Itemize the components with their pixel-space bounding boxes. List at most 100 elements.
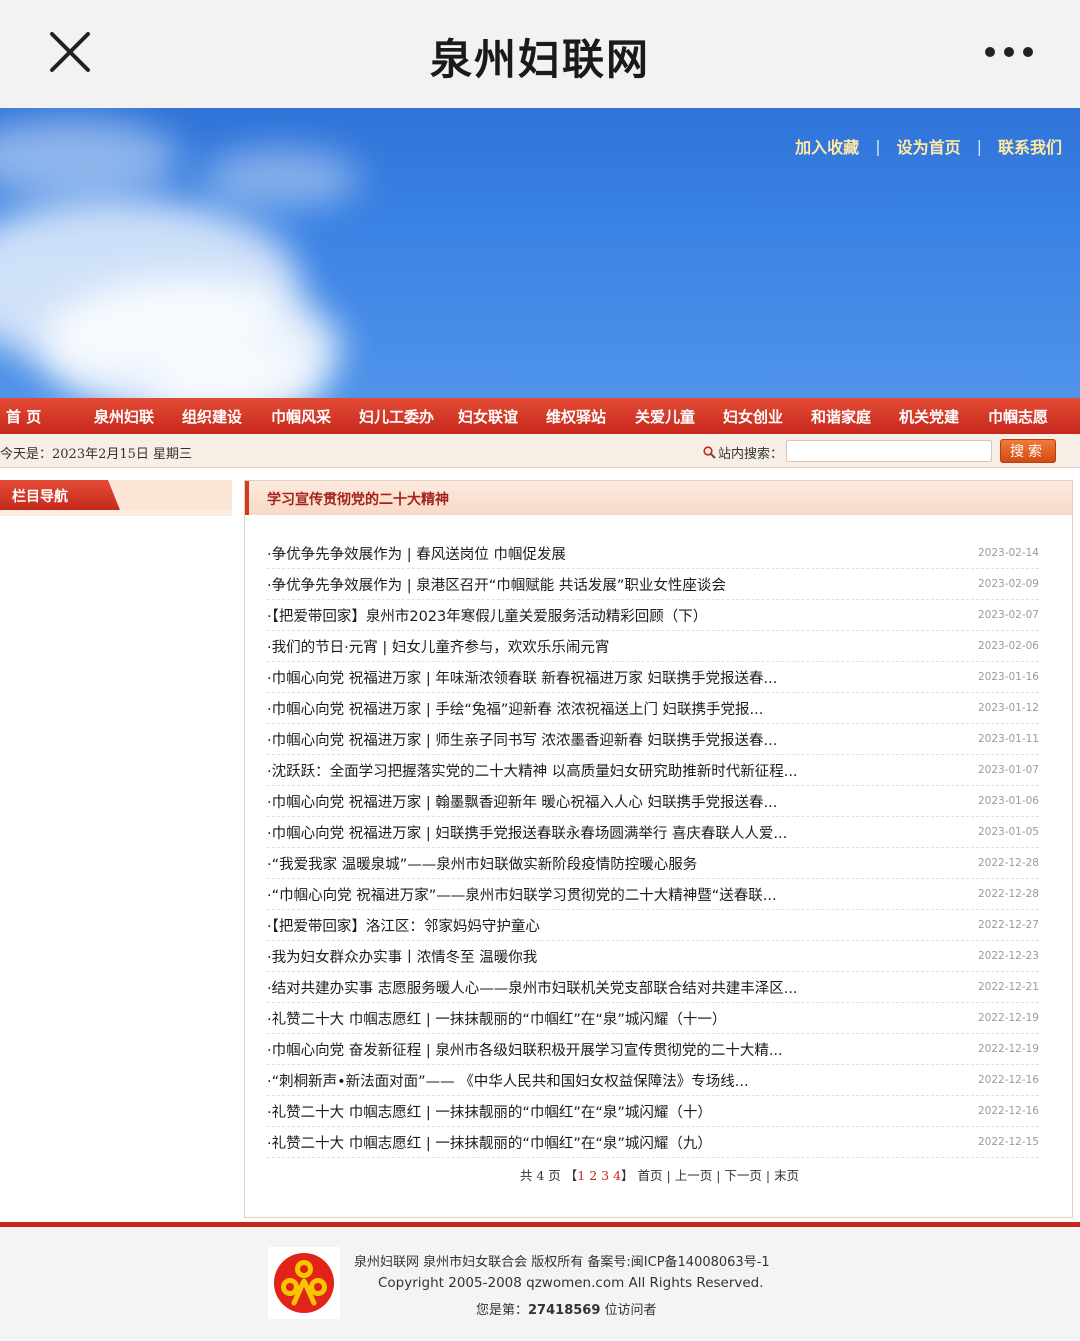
article-title-link[interactable]: ·巾帼心向党 祝福进万家 | 妇联携手党报送春联永春场圆满举行 喜庆春联人人爱.… — [267, 822, 957, 843]
article-title-link[interactable]: ·“刺桐新声•新法面对面”—— 《中华人民共和国妇女权益保障法》专场线... — [267, 1070, 957, 1091]
list-item[interactable]: ·“我爱我家 温暖泉城”——泉州市妇联做实新阶段疫情防控暖心服务 2022-12-… — [267, 848, 1039, 879]
article-title-link[interactable]: ·【把爱带回家】洛江区：邻家妈妈守护童心 — [267, 915, 957, 936]
search-label: 站内搜索： — [703, 443, 783, 462]
list-item[interactable]: ·争优争先争效展作为 | 春风送岗位 巾帼促发展 2023-02-14 — [267, 538, 1039, 569]
article-title-link[interactable]: ·争优争先争效展作为 | 春风送岗位 巾帼促发展 — [267, 543, 957, 564]
nav-item-1[interactable]: 泉州妇联 — [94, 406, 154, 427]
visitor-count: 27418569 — [528, 1303, 601, 1318]
next-page-link[interactable]: 下一页 — [724, 1168, 762, 1183]
add-favorite-link[interactable]: 加入收藏 — [795, 134, 859, 158]
page-link-1[interactable]: 1 — [577, 1168, 585, 1183]
pager-separator: | — [712, 1168, 725, 1183]
current-date: 今天是：2023年2月15日 星期三 — [0, 447, 193, 462]
list-item[interactable]: ·礼赞二十大 巾帼志愿红 | 一抹抹靓丽的“巾帼红”在“泉”城闪耀（十一） 202… — [267, 1003, 1039, 1034]
prev-page-link[interactable]: 上一页 — [675, 1168, 713, 1183]
article-date: 2023-02-09 — [977, 578, 1039, 590]
header-banner: 加入收藏 | 设为首页 | 联系我们 — [0, 108, 1080, 398]
article-date: 2022-12-27 — [977, 919, 1039, 931]
nav-item-5[interactable]: 妇女联谊 — [458, 406, 518, 427]
nav-item-2[interactable]: 组织建设 — [182, 406, 242, 427]
women-federation-logo-icon — [268, 1247, 340, 1319]
article-title-link[interactable]: ·我为妇女群众办实事丨浓情冬至 温暖你我 — [267, 946, 957, 967]
visitor-prefix: 您是第： — [476, 1303, 529, 1318]
list-item[interactable]: ·巾帼心向党 祝福进万家 | 翰墨飘香迎新年 暖心祝福入人心 妇联携手党报送春.… — [267, 786, 1039, 817]
nav-item-7[interactable]: 关爱儿童 — [635, 406, 695, 427]
page-link-3[interactable]: 3 — [601, 1168, 609, 1183]
list-item[interactable]: ·结对共建办实事 志愿服务暖人心——泉州市妇联机关党支部联合结对共建丰泽区...… — [267, 972, 1039, 1003]
top-links: 加入收藏 | 设为首页 | 联系我们 — [795, 134, 1062, 158]
list-item[interactable]: ·沈跃跃：全面学习把握落实党的二十大精神 以高质量妇女研究助推新时代新征程...… — [267, 755, 1039, 786]
article-date: 2022-12-19 — [977, 1012, 1039, 1024]
article-date: 2023-01-11 — [977, 733, 1039, 745]
article-date: 2022-12-23 — [977, 950, 1039, 962]
visitor-suffix: 位访问者 — [600, 1303, 657, 1318]
article-title-link[interactable]: ·争优争先争效展作为 | 泉港区召开“巾帼赋能 共话发展”职业女性座谈会 — [267, 574, 957, 595]
search-button[interactable]: 搜索 — [1000, 439, 1056, 463]
article-title-link[interactable]: ·礼赞二十大 巾帼志愿红 | 一抹抹靓丽的“巾帼红”在“泉”城闪耀（十一） — [267, 1008, 957, 1029]
list-item[interactable]: ·争优争先争效展作为 | 泉港区召开“巾帼赋能 共话发展”职业女性座谈会 2023… — [267, 569, 1039, 600]
more-options-icon[interactable] — [984, 44, 1034, 60]
nav-item-6[interactable]: 维权驿站 — [546, 406, 606, 427]
article-panel: 学习宣传贯彻党的二十大精神 ·争优争先争效展作为 | 春风送岗位 巾帼促发展 20… — [244, 480, 1073, 1218]
article-title-link[interactable]: ·礼赞二十大 巾帼志愿红 | 一抹抹靓丽的“巾帼红”在“泉”城闪耀（十） — [267, 1101, 957, 1122]
article-title-link[interactable]: ·巾帼心向党 祝福进万家 | 年味渐浓领春联 新春祝福进万家 妇联携手党报送春.… — [267, 667, 957, 688]
nav-item-11[interactable]: 巾帼志愿 — [988, 406, 1048, 427]
main-nav: 首 页 泉州妇联 组织建设 巾帼风采 妇儿工委办 妇女联谊 维权驿站 关爱儿童 妇女创业 和谐家庭… — [0, 398, 1080, 434]
article-title-link[interactable]: ·巾帼心向党 祝福进万家 | 翰墨飘香迎新年 暖心祝福入人心 妇联携手党报送春.… — [267, 791, 957, 812]
nav-item-8[interactable]: 妇女创业 — [723, 406, 783, 427]
list-item[interactable]: ·我为妇女群众办实事丨浓情冬至 温暖你我 2022-12-23 — [267, 941, 1039, 972]
article-date: 2022-12-19 — [977, 1043, 1039, 1055]
article-date: 2023-02-14 — [977, 547, 1039, 559]
set-homepage-link[interactable]: 设为首页 — [897, 134, 961, 158]
search-icon — [703, 446, 716, 459]
page-link-2[interactable]: 2 — [589, 1168, 597, 1183]
list-item[interactable]: ·巾帼心向党 奋发新征程 | 泉州市各级妇联积极开展学习宣传贯彻党的二十大精..… — [267, 1034, 1039, 1065]
list-item[interactable]: ·【把爱带回家】泉州市2023年寒假儿童关爱服务活动精彩回顾（下） 2023-02… — [267, 600, 1039, 631]
list-item[interactable]: ·巾帼心向党 祝福进万家 | 妇联携手党报送春联永春场圆满举行 喜庆春联人人爱.… — [267, 817, 1039, 848]
page-title: 泉州妇联网 — [429, 35, 650, 84]
list-item[interactable]: ·巾帼心向党 祝福进万家 | 手绘“兔福”迎新春 浓浓祝福送上门 妇联携手党报.… — [267, 693, 1039, 724]
nav-item-3[interactable]: 巾帼风采 — [271, 406, 331, 427]
article-title-link[interactable]: ·礼赞二十大 巾帼志愿红 | 一抹抹靓丽的“巾帼红”在“泉”城闪耀（九） — [267, 1132, 957, 1153]
list-item[interactable]: ·礼赞二十大 巾帼志愿红 | 一抹抹靓丽的“巾帼红”在“泉”城闪耀（九） 2022… — [267, 1127, 1039, 1158]
article-title-link[interactable]: ·沈跃跃：全面学习把握落实党的二十大精神 以高质量妇女研究助推新时代新征程... — [267, 760, 957, 781]
footer: 泉州妇联网 泉州市妇女联合会 版权所有 备案号:闽ICP备14008063号-1… — [0, 1227, 1080, 1341]
contact-us-link[interactable]: 联系我们 — [998, 134, 1062, 158]
article-date: 2023-02-06 — [977, 640, 1039, 652]
list-item[interactable]: ·“刺桐新声•新法面对面”—— 《中华人民共和国妇女权益保障法》专场线... 20… — [267, 1065, 1039, 1096]
page-close-bracket: 】 — [621, 1168, 634, 1183]
article-title-link[interactable]: ·【把爱带回家】泉州市2023年寒假儿童关爱服务活动精彩回顾（下） — [267, 605, 957, 626]
article-date: 2022-12-28 — [977, 857, 1039, 869]
article-title-link[interactable]: ·巾帼心向党 奋发新征程 | 泉州市各级妇联积极开展学习宣传贯彻党的二十大精..… — [267, 1039, 957, 1060]
article-date: 2023-01-07 — [977, 764, 1039, 776]
nav-item-10[interactable]: 机关党建 — [899, 406, 959, 427]
article-title-link[interactable]: ·巾帼心向党 祝福进万家 | 手绘“兔福”迎新春 浓浓祝福送上门 妇联携手党报.… — [267, 698, 957, 719]
pagination: 共 4 页 【1 2 3 4】 首页 | 上一页 | 下一页 | 末页 — [245, 1165, 1074, 1184]
footer-copyright-cn: 泉州妇联网 泉州市妇女联合会 版权所有 备案号:闽ICP备14008063号-1 — [354, 1255, 770, 1270]
footer-copyright-en: Copyright 2005-2008 qzwomen.com All Righ… — [378, 1275, 764, 1291]
article-date: 2023-02-07 — [977, 609, 1039, 621]
article-title-link[interactable]: ·结对共建办实事 志愿服务暖人心——泉州市妇联机关党支部联合结对共建丰泽区... — [267, 977, 957, 998]
article-date: 2023-01-12 — [977, 702, 1039, 714]
article-title-link[interactable]: ·巾帼心向党 祝福进万家 | 师生亲子同书写 浓浓墨香迎新春 妇联携手党报送春.… — [267, 729, 957, 750]
list-item[interactable]: ·“巾帼心向党 祝福进万家”——泉州市妇联学习贯彻党的二十大精神暨“送春联...… — [267, 879, 1039, 910]
page-link-4[interactable]: 4 — [613, 1168, 621, 1183]
panel-header: 学习宣传贯彻党的二十大精神 — [245, 481, 1072, 515]
nav-item-4[interactable]: 妇儿工委办 — [359, 406, 434, 427]
list-item[interactable]: ·礼赞二十大 巾帼志愿红 | 一抹抹靓丽的“巾帼红”在“泉”城闪耀（十） 2022… — [267, 1096, 1039, 1127]
column-nav-underline — [0, 510, 232, 516]
list-item[interactable]: ·我们的节日·元宵 | 妇女儿童齐参与，欢欢乐乐闹元宵 2023-02-06 — [267, 631, 1039, 662]
list-item[interactable]: ·巾帼心向党 祝福进万家 | 师生亲子同书写 浓浓墨香迎新春 妇联携手党报送春.… — [267, 724, 1039, 755]
article-title-link[interactable]: ·“我爱我家 温暖泉城”——泉州市妇联做实新阶段疫情防控暖心服务 — [267, 853, 957, 874]
list-item[interactable]: ·【把爱带回家】洛江区：邻家妈妈守护童心 2022-12-27 — [267, 910, 1039, 941]
page-total: 共 4 页 — [519, 1168, 561, 1183]
first-page-link[interactable]: 首页 — [638, 1168, 663, 1183]
article-title-link[interactable]: ·“巾帼心向党 祝福进万家”——泉州市妇联学习贯彻党的二十大精神暨“送春联... — [267, 884, 957, 905]
list-item[interactable]: ·巾帼心向党 祝福进万家 | 年味渐浓领春联 新春祝福进万家 妇联携手党报送春.… — [267, 662, 1039, 693]
nav-item-9[interactable]: 和谐家庭 — [811, 406, 871, 427]
article-title-link[interactable]: ·我们的节日·元宵 | 妇女儿童齐参与，欢欢乐乐闹元宵 — [267, 636, 957, 657]
last-page-link[interactable]: 末页 — [774, 1168, 799, 1183]
search-input[interactable] — [786, 440, 992, 462]
nav-item-0[interactable]: 首 页 — [6, 406, 41, 427]
article-date: 2022-12-21 — [977, 981, 1039, 993]
